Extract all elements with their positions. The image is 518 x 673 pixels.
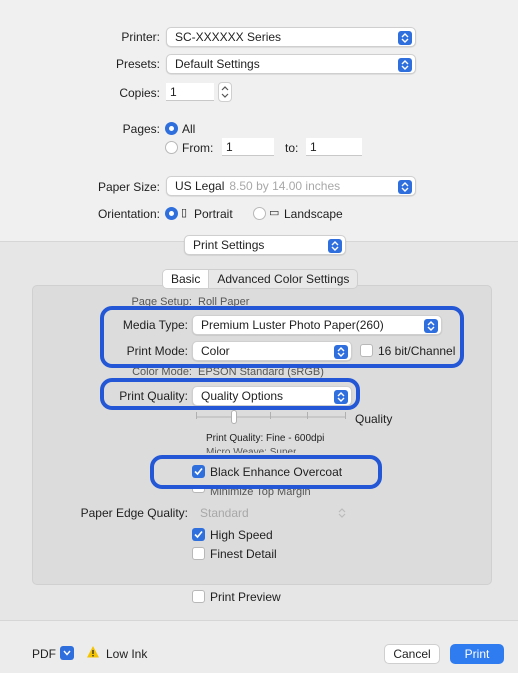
bit-channel-label: 16 bit/Channel — [378, 344, 456, 358]
pages-to-label: to: — [285, 141, 299, 155]
tab-basic[interactable]: Basic — [163, 270, 210, 288]
portrait-label: Portrait — [194, 207, 233, 221]
pages-from-field[interactable]: 1 — [222, 138, 274, 156]
paper-size-popup[interactable]: US Legal 8.50 by 14.00 inches — [166, 176, 416, 196]
stepper-arrows-icon — [221, 86, 229, 98]
low-ink-label: Low Ink — [106, 647, 148, 661]
pages-all-radio[interactable] — [165, 122, 178, 135]
print-preview-checkbox[interactable] — [192, 590, 205, 603]
quality-info-line2: Micro Weave: Super — [206, 447, 297, 453]
minimize-margin-checkbox[interactable] — [192, 485, 205, 493]
presets-popup[interactable]: Default Settings — [166, 54, 416, 74]
paper-edge-label: Paper Edge Quality: — [80, 506, 188, 520]
quality-info-line1: Print Quality: Fine - 600dpi — [206, 433, 325, 444]
landscape-radio[interactable] — [253, 207, 266, 220]
print-mode-value: Color — [201, 344, 230, 358]
popup-arrows-icon — [398, 58, 412, 72]
popup-arrows-icon — [334, 345, 348, 359]
popup-arrows-icon — [398, 180, 412, 194]
page-setup-value: Roll Paper — [198, 296, 250, 308]
pages-from-label: From: — [182, 141, 214, 155]
pages-label: Pages: — [122, 122, 160, 136]
slider-tick — [307, 412, 308, 419]
orientation-label: Orientation: — [97, 207, 160, 221]
slider-tick — [270, 412, 271, 419]
popup-arrows-icon — [335, 506, 349, 520]
high-speed-label: High Speed — [210, 528, 273, 542]
finest-detail-label: Finest Detail — [210, 547, 277, 561]
copies-label: Copies: — [119, 86, 160, 100]
pages-all-label: All — [182, 122, 196, 136]
copies-stepper[interactable] — [218, 82, 232, 102]
high-speed-checkbox[interactable] — [192, 528, 205, 541]
print-quality-label: Print Quality: — [119, 389, 188, 403]
copies-field[interactable]: 1 — [166, 83, 214, 101]
cancel-button[interactable]: Cancel — [384, 644, 440, 664]
print-mode-label: Print Mode: — [126, 344, 188, 358]
print-quality-popup[interactable]: Quality Options — [192, 386, 352, 406]
print-quality-value: Quality Options — [201, 389, 284, 403]
print-mode-popup[interactable]: Color — [192, 341, 352, 361]
page-setup-label: Page Setup: — [131, 296, 192, 308]
black-enhance-label: Black Enhance Overcoat — [210, 465, 343, 479]
printer-value: SC-XXXXXX Series — [175, 30, 282, 44]
printer-label: Printer: — [121, 30, 160, 44]
paper-edge-popup[interactable]: Standard — [192, 503, 352, 523]
presets-value: Default Settings — [175, 57, 260, 71]
slider-track — [196, 416, 346, 418]
print-preview-label: Print Preview — [210, 590, 281, 604]
paper-size-value: US Legal — [175, 179, 225, 193]
pages-to-field[interactable]: 1 — [306, 138, 362, 156]
landscape-icon: ▭ — [269, 207, 280, 219]
finest-detail-checkbox[interactable] — [192, 547, 205, 560]
tab-advanced-color[interactable]: Advanced Color Settings — [209, 270, 357, 288]
portrait-icon: ▯ — [181, 207, 188, 219]
pages-from-radio[interactable] — [165, 141, 178, 154]
printer-popup[interactable]: SC-XXXXXX Series — [166, 27, 416, 47]
paper-edge-value: Standard — [200, 506, 249, 520]
footer-bar — [0, 621, 518, 673]
minimize-margin-label: Minimize Top Margin — [210, 486, 311, 498]
popup-arrows-icon — [424, 319, 438, 333]
media-type-popup[interactable]: Premium Luster Photo Paper(260) — [192, 315, 442, 335]
paper-size-label: Paper Size: — [97, 180, 160, 194]
pdf-dropdown-icon[interactable] — [60, 646, 74, 660]
slider-quality-label: Quality — [355, 412, 393, 426]
tab-bar: Basic Advanced Color Settings — [162, 269, 359, 289]
color-mode-value: EPSON Standard (sRGB) — [198, 366, 324, 378]
color-mode-label: Color Mode: — [132, 366, 192, 378]
bit-channel-checkbox[interactable] — [360, 344, 373, 357]
landscape-label: Landscape — [284, 207, 343, 221]
paper-size-detail: 8.50 by 14.00 inches — [229, 179, 341, 193]
popup-arrows-icon — [334, 390, 348, 404]
popup-arrows-icon — [328, 239, 342, 253]
popup-arrows-icon — [398, 31, 412, 45]
warning-icon — [86, 645, 100, 659]
section-popup[interactable]: Print Settings — [184, 235, 346, 255]
black-enhance-checkbox[interactable] — [192, 465, 205, 478]
slider-thumb[interactable] — [230, 410, 237, 424]
pdf-label[interactable]: PDF — [32, 647, 56, 661]
section-popup-value: Print Settings — [193, 238, 265, 252]
portrait-radio[interactable] — [165, 207, 178, 220]
slider-tick — [345, 412, 346, 419]
media-type-value: Premium Luster Photo Paper(260) — [201, 318, 384, 332]
media-type-label: Media Type: — [122, 318, 188, 332]
presets-label: Presets: — [115, 57, 160, 71]
slider-tick — [196, 412, 197, 419]
print-button[interactable]: Print — [450, 644, 504, 664]
